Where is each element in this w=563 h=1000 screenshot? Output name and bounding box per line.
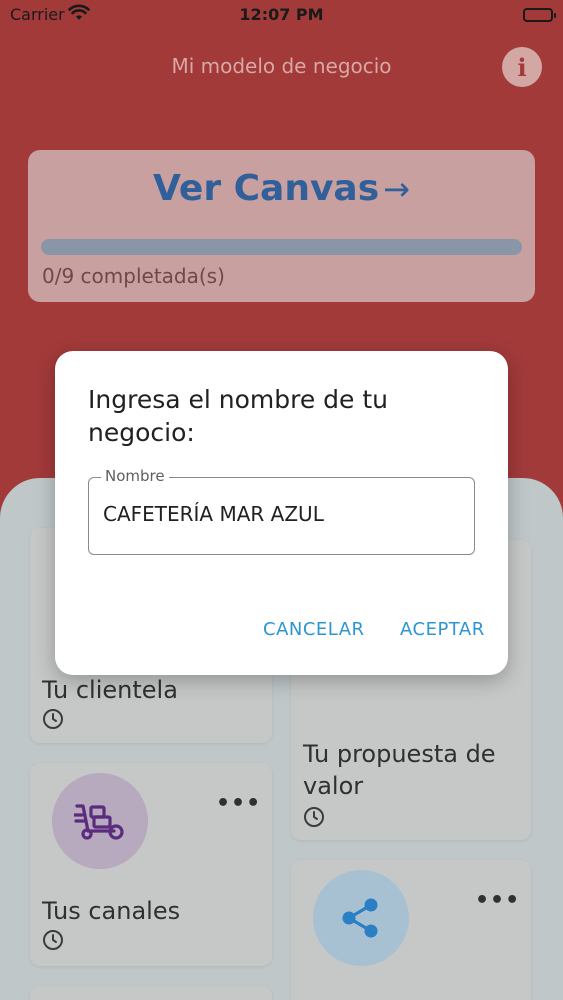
dialog-title: Ingresa el nombre de tu negocio: [88, 385, 389, 447]
field-label: Nombre [101, 467, 169, 485]
accept-button[interactable]: ACEPTAR [400, 619, 485, 640]
name-dialog: Ingresa el nombre de tu negocio: Nombre … [55, 351, 508, 675]
cancel-button[interactable]: CANCELAR [263, 619, 365, 640]
business-name-input[interactable] [103, 502, 463, 526]
business-name-field[interactable]: Nombre [88, 467, 475, 555]
